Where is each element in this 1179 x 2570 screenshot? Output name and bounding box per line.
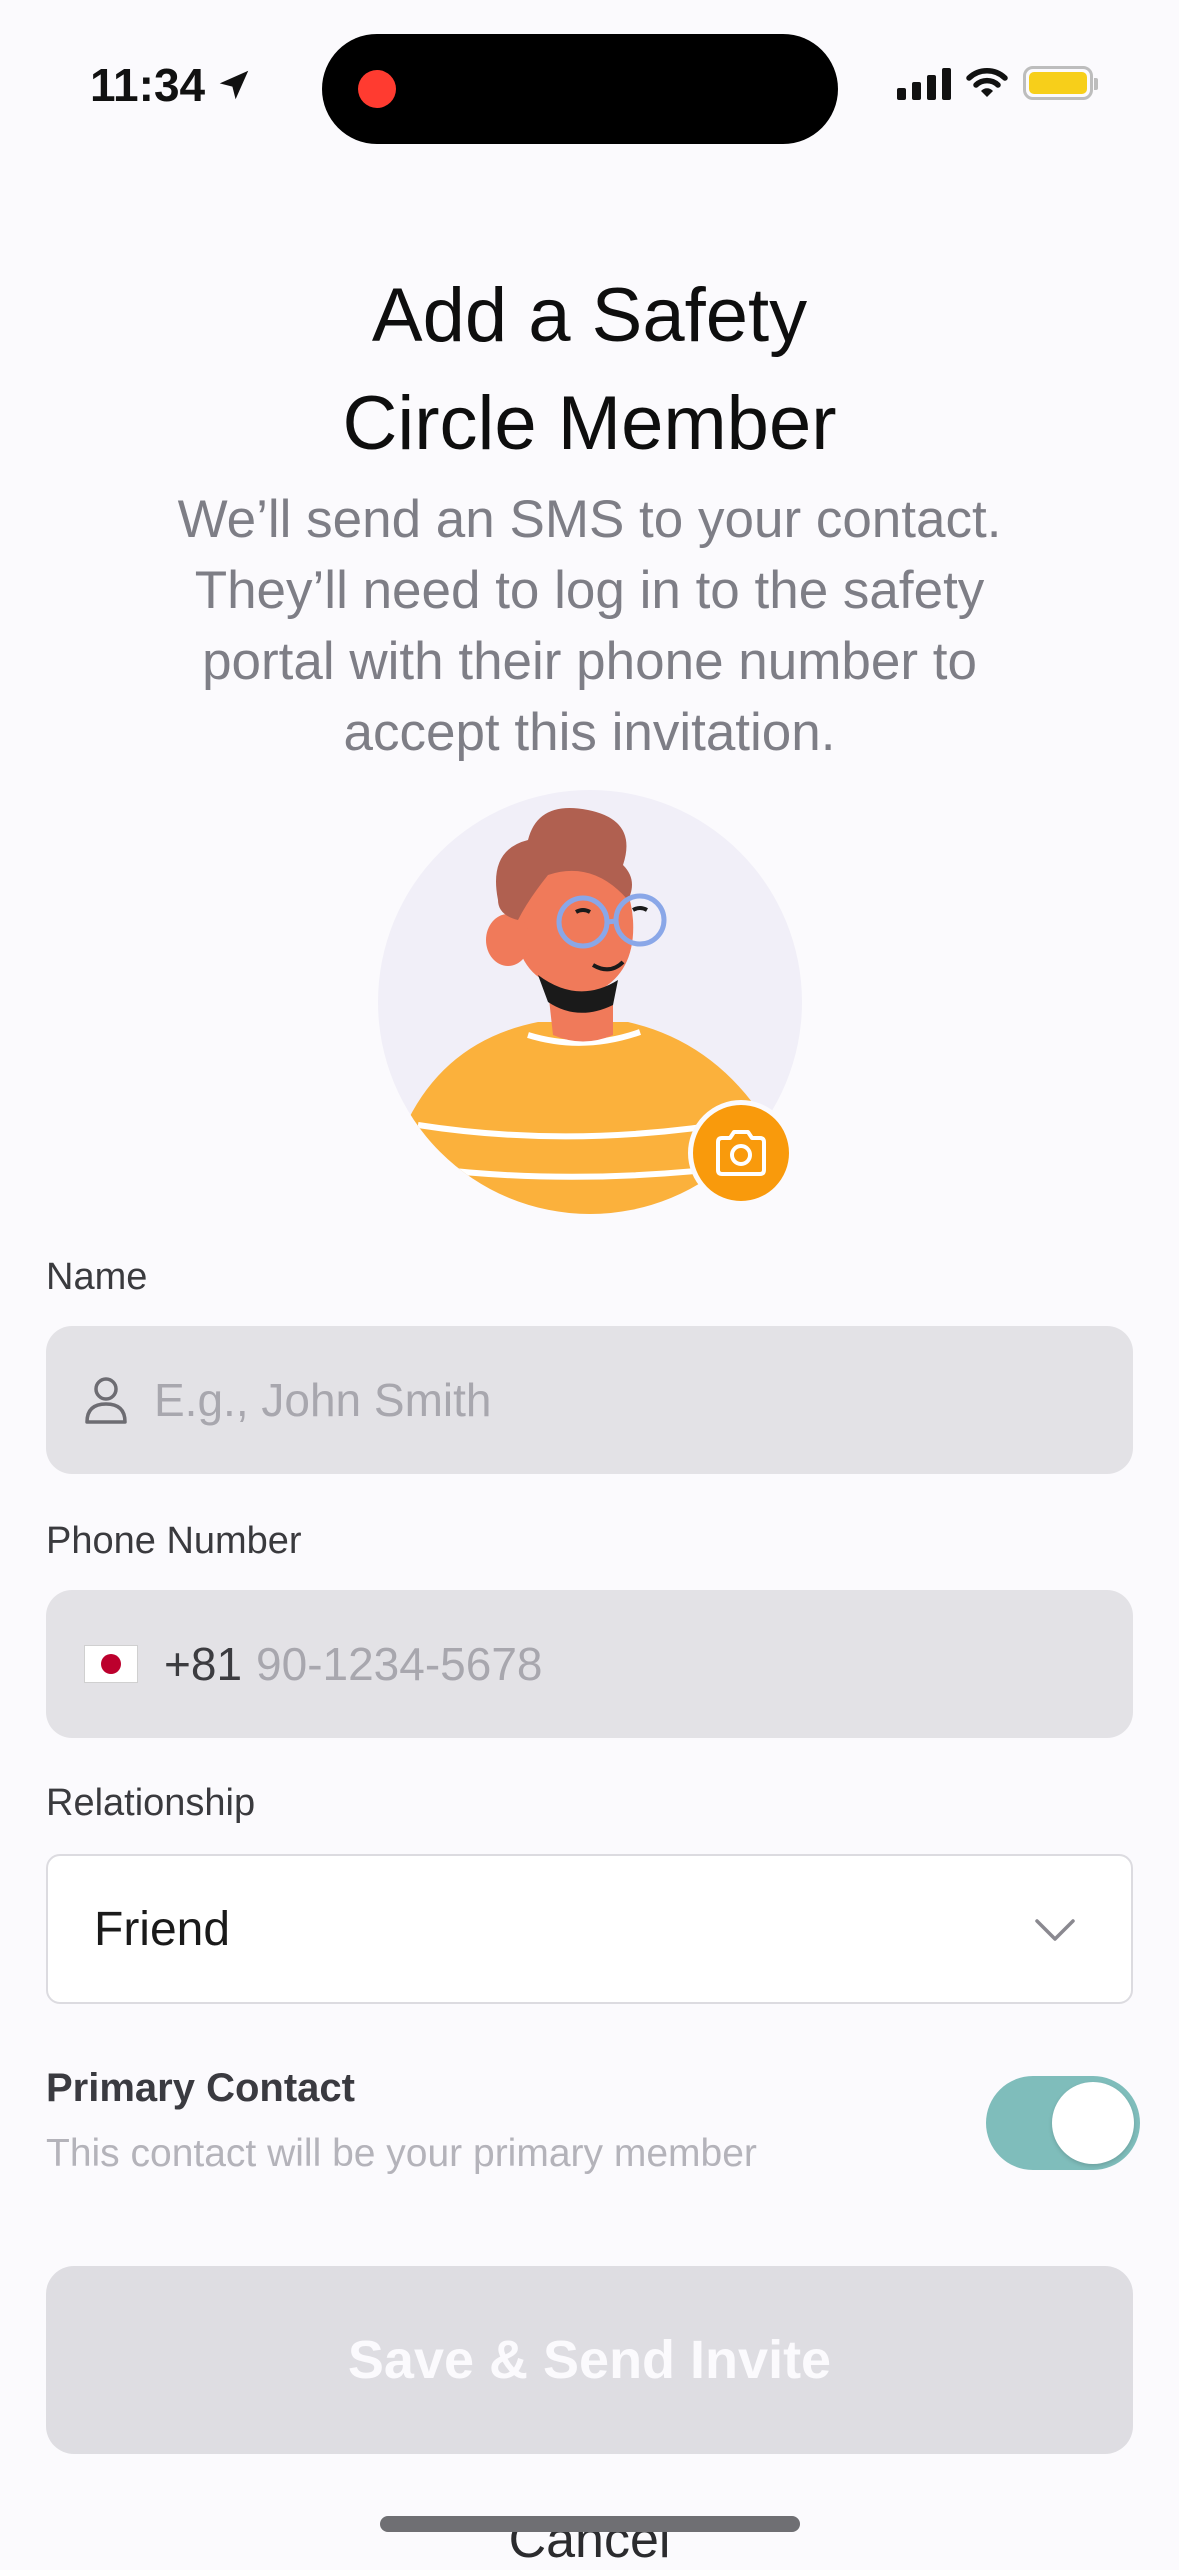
relationship-value: Friend	[94, 1902, 231, 1956]
phone-placeholder: 90-1234-5678	[256, 1638, 543, 1690]
subtitle-line-1: We’ll send an SMS to your contact.	[177, 490, 1002, 549]
country-dial-code: +81	[164, 1638, 243, 1690]
status-indicators	[897, 66, 1098, 100]
page-title: Add a Safety Circle Member	[0, 262, 1179, 478]
subtitle-line-4: accept this invitation.	[343, 703, 836, 762]
name-label: Name	[46, 1256, 148, 1298]
clock-text: 11:34	[90, 59, 206, 111]
recording-indicator-icon	[358, 70, 396, 108]
location-arrow-icon	[219, 70, 249, 100]
subtitle-line-2: They’ll need to log in to the safety	[194, 561, 985, 620]
save-send-invite-button[interactable]: Save & Send Invite	[46, 2266, 1133, 2454]
person-icon	[78, 1372, 134, 1428]
primary-contact-description: This contact will be your primary member	[46, 2132, 757, 2175]
dynamic-island	[322, 34, 838, 144]
page-subtitle: We’ll send an SMS to your contact. They’…	[90, 484, 1089, 768]
camera-icon	[716, 1130, 766, 1176]
primary-contact-toggle[interactable]	[986, 2076, 1140, 2170]
title-line-2: Circle Member	[342, 381, 837, 466]
wifi-icon	[966, 68, 1008, 97]
name-input[interactable]: E.g., John Smith	[46, 1326, 1133, 1474]
phone-input[interactable]: +81 90-1234-5678	[46, 1590, 1133, 1738]
name-placeholder: E.g., John Smith	[154, 1374, 492, 1426]
toggle-knob	[1052, 2082, 1134, 2164]
status-bar: 11:34	[0, 0, 1179, 170]
relationship-select[interactable]: Friend	[46, 1854, 1133, 2004]
phone-label: Phone Number	[46, 1520, 302, 1562]
title-line-1: Add a Safety	[371, 273, 808, 358]
subtitle-line-3: portal with their phone number to	[202, 632, 977, 691]
change-photo-button[interactable]	[688, 1100, 794, 1206]
chevron-down-icon	[1035, 1919, 1075, 1941]
primary-contact-title: Primary Contact	[46, 2066, 355, 2110]
battery-icon	[1023, 66, 1098, 100]
status-time: 11:34	[90, 58, 253, 112]
home-indicator	[380, 2516, 800, 2532]
japan-flag-icon[interactable]	[84, 1645, 138, 1683]
cellular-signal-icon	[897, 66, 951, 100]
relationship-label: Relationship	[46, 1782, 256, 1824]
